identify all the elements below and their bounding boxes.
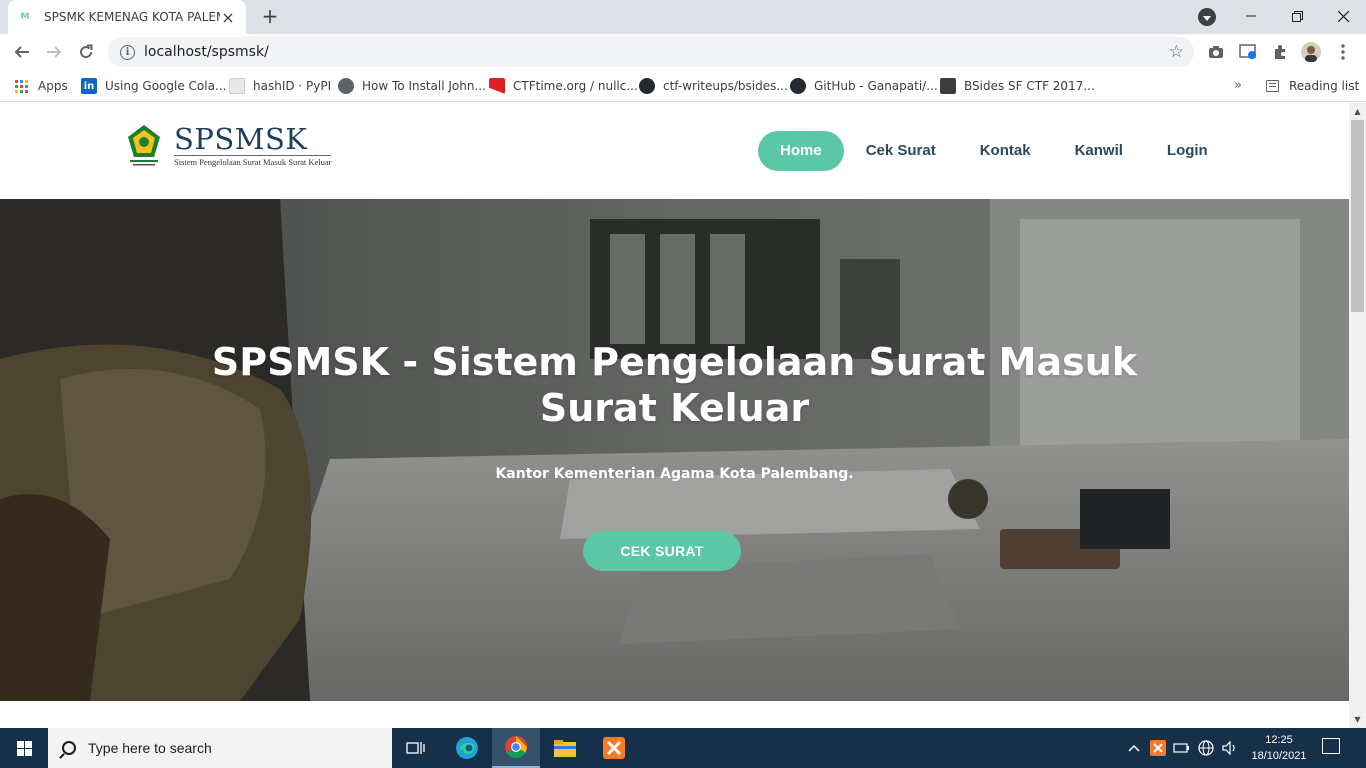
show-hidden-icons[interactable] — [1124, 728, 1144, 768]
hero-content: SPSMSK - Sistem Pengelolaan Surat Masuk … — [0, 199, 1349, 701]
nav-kontak[interactable]: Kontak — [958, 131, 1053, 171]
bsides-icon — [940, 78, 956, 94]
bookmark-item[interactable]: GitHub - Ganapati/... — [790, 76, 938, 96]
bookmark-item[interactable]: How To Install John... — [338, 76, 486, 96]
more-bookmarks-icon[interactable]: » — [1234, 78, 1242, 93]
main-nav: Home Cek Surat Kontak Kanwil Login — [758, 131, 1230, 171]
bookmark-apps[interactable]: Apps — [15, 76, 68, 96]
windows-logo-icon — [16, 740, 32, 756]
github-icon — [639, 78, 655, 94]
browser-tab[interactable]: M SPSMK KEMENAG KOTA PALEMBANG × — [8, 0, 246, 34]
site-logo[interactable]: SPSMSK Sistem Pengelolaan Surat Masuk Su… — [124, 122, 332, 167]
xampp-icon[interactable] — [590, 728, 638, 768]
media-extension-icon[interactable] — [1238, 42, 1258, 62]
bookmark-label: How To Install John... — [362, 79, 486, 93]
new-tab-icon[interactable]: + — [258, 6, 282, 28]
bookmark-item[interactable]: ctf-writeups/bsides... — [639, 76, 788, 96]
bookmark-label: GitHub - Ganapati/... — [814, 79, 938, 93]
camera-extension-icon[interactable] — [1206, 42, 1226, 62]
search-placeholder: Type here to search — [88, 740, 212, 756]
bookmark-star-icon[interactable]: ☆ — [1169, 42, 1184, 62]
logo-subtitle: Sistem Pengelolaan Surat Masuk Surat Kel… — [174, 155, 332, 167]
content-section — [0, 701, 1349, 728]
clock-date: 18/10/2021 — [1251, 750, 1307, 762]
back-icon[interactable] — [9, 39, 35, 65]
ctftime-flag-icon — [489, 78, 505, 94]
notification-center-icon[interactable] — [1322, 738, 1340, 754]
browser-titlebar: M SPSMK KEMENAG KOTA PALEMBANG × + — [0, 0, 1366, 34]
site-info-icon[interactable]: i — [120, 44, 135, 60]
hero-subtitle: Kantor Kementerian Agama Kota Palembang. — [495, 466, 854, 482]
linkedin-icon: in — [81, 78, 97, 94]
start-button[interactable] — [0, 728, 48, 768]
profile-avatar[interactable] — [1301, 42, 1321, 62]
minimize-icon[interactable] — [1228, 0, 1274, 32]
logo-title: SPSMSK — [174, 122, 308, 156]
extensions-puzzle-icon[interactable] — [1270, 42, 1290, 62]
bookmark-item[interactable]: hashID · PyPI — [229, 76, 331, 96]
tab-search-icon[interactable] — [1198, 8, 1216, 26]
nav-cek-surat[interactable]: Cek Surat — [844, 131, 958, 171]
forward-icon[interactable] — [41, 39, 67, 65]
more-menu-icon[interactable] — [1333, 42, 1353, 62]
url-text: localhost/spsmsk/ — [144, 44, 269, 60]
site-header: SPSMSK Sistem Pengelolaan Surat Masuk Su… — [0, 103, 1349, 199]
chrome-icon[interactable] — [492, 728, 540, 768]
github-icon — [790, 78, 806, 94]
reading-list-label: Reading list — [1289, 79, 1360, 93]
cek-surat-button[interactable]: CEK SURAT — [583, 531, 741, 571]
bookmark-label: Apps — [38, 79, 68, 93]
search-icon — [62, 741, 76, 755]
battery-icon[interactable] — [1172, 728, 1192, 768]
hero-section: SPSMSK - Sistem Pengelolaan Surat Masuk … — [0, 199, 1349, 701]
clock-time: 12:25 — [1265, 734, 1293, 746]
bookmark-item[interactable]: CTFtime.org / nullc... — [489, 76, 638, 96]
edge-icon[interactable] — [443, 728, 491, 768]
scroll-down-icon[interactable]: ▼ — [1349, 711, 1366, 728]
reading-list-icon — [1266, 80, 1279, 92]
bookmark-label: CTFtime.org / nullc... — [513, 79, 638, 93]
system-clock[interactable]: 12:25 18/10/2021 — [1248, 732, 1310, 764]
xampp-tray-icon[interactable] — [1148, 728, 1168, 768]
taskbar-search[interactable]: Type here to search — [48, 728, 392, 768]
scroll-up-icon[interactable]: ▲ — [1349, 103, 1366, 120]
bookmark-label: Using Google Cola... — [105, 79, 227, 93]
browser-toolbar: i localhost/spsmsk/ ☆ — [0, 34, 1366, 70]
reading-list-button[interactable]: Reading list — [1266, 76, 1359, 96]
page-scrollbar[interactable]: ▲ ▼ — [1349, 103, 1366, 728]
scroll-thumb[interactable] — [1351, 120, 1364, 312]
nav-kanwil[interactable]: Kanwil — [1053, 131, 1145, 171]
bookmarks-bar: Apps in Using Google Cola... hashID · Py… — [0, 70, 1366, 102]
bookmark-item[interactable]: in Using Google Cola... — [81, 76, 226, 96]
apps-grid-icon — [15, 79, 28, 93]
network-globe-icon[interactable] — [1196, 728, 1216, 768]
page-viewport: SPSMSK Sistem Pengelolaan Surat Masuk Su… — [0, 103, 1349, 728]
close-window-icon[interactable] — [1320, 0, 1366, 32]
hero-title: SPSMSK - Sistem Pengelolaan Surat Masuk … — [211, 340, 1138, 430]
nav-home[interactable]: Home — [758, 131, 844, 171]
kemenag-emblem-icon — [124, 123, 164, 167]
task-view-icon[interactable] — [392, 728, 440, 768]
reload-icon[interactable] — [73, 39, 99, 65]
tab-title: SPSMK KEMENAG KOTA PALEMBANG — [44, 10, 220, 24]
tab-close-icon[interactable]: × — [220, 8, 236, 27]
windows-taskbar: Type here to search 12:25 18/10/2021 — [0, 728, 1366, 768]
bookmark-label: hashID · PyPI — [253, 79, 332, 93]
globe-icon — [338, 78, 354, 94]
pypi-icon — [229, 78, 245, 94]
restore-icon[interactable] — [1274, 0, 1320, 32]
volume-icon[interactable] — [1220, 728, 1240, 768]
file-explorer-icon[interactable] — [541, 728, 589, 768]
nav-login[interactable]: Login — [1145, 131, 1230, 171]
bookmark-label: BSides SF CTF 2017... — [964, 79, 1095, 93]
bookmark-item[interactable]: BSides SF CTF 2017... — [940, 76, 1095, 96]
address-bar[interactable]: i localhost/spsmsk/ ☆ — [108, 37, 1194, 67]
bookmark-label: ctf-writeups/bsides... — [663, 79, 788, 93]
site-favicon-icon: M — [20, 12, 30, 22]
